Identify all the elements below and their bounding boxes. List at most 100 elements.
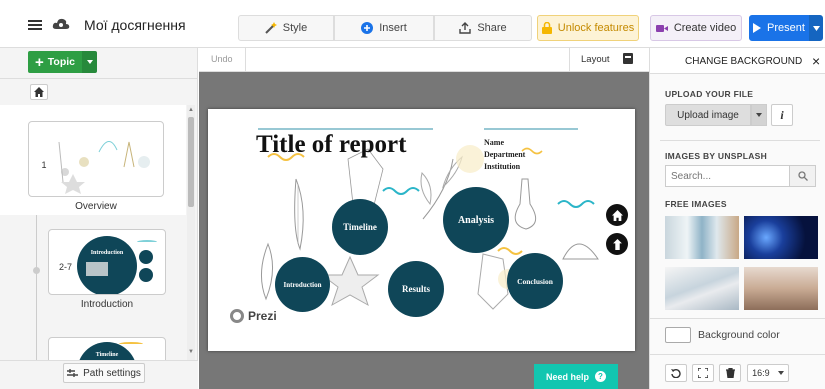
topic-timeline[interactable]: Timeline [332,199,388,255]
upload-heading: UPLOAD YOUR FILE [665,89,754,99]
menu-icon[interactable] [28,20,42,30]
close-icon[interactable]: × [812,53,820,69]
fit-button[interactable] [692,364,714,382]
introduction-item[interactable]: Introduction 2-7 Introduction [0,223,186,335]
home-icon [611,209,623,221]
scroll-down-arrow[interactable]: ▼ [188,349,194,355]
scroll-up-arrow[interactable]: ▲ [188,107,194,113]
present-button[interactable]: Present [749,15,809,41]
rotate-icon [612,238,622,250]
topic-results[interactable]: Results [388,261,444,317]
undo-icon [671,368,681,378]
meta-department: Department [484,150,526,159]
upload-image-button[interactable]: Upload image [665,104,751,126]
timeline-thumbnail[interactable]: Timeline [48,337,166,360]
present-dropdown-button[interactable] [809,15,823,41]
topic-introduction[interactable]: Introduction [275,257,330,312]
reset-button[interactable] [665,364,687,382]
lock-icon [541,22,552,34]
thumbnail-list: 1 Overview Introduction 2-7 Introduction… [0,105,186,360]
unsplash-search-input[interactable] [665,165,789,187]
topic-label: Topic [47,56,75,68]
need-help-button[interactable]: Need help ? [534,364,618,389]
chevron-down-icon [756,113,762,117]
topic-dropdown-button[interactable] [82,51,97,73]
topic-analysis[interactable]: Analysis [443,187,509,253]
sidebar-scrollbar[interactable]: ▲ ▼ [187,105,195,360]
info-button[interactable]: i [771,104,793,126]
topic-timeline-label: Timeline [343,222,377,232]
prezi-logo-text: Prezi [248,309,277,323]
plus-icon: + [35,53,44,71]
top-bar: Мої досягнення Style Insert Share Unlock… [0,0,825,48]
undo-button[interactable]: Undo [211,54,233,64]
topic-results-label: Results [401,284,430,294]
left-sidebar: + Topic 1 Overview Introduction 2-7 Intr… [0,48,198,389]
overview-number: 1 [37,160,51,170]
path-settings-label: Path settings [83,367,141,379]
upload-dropdown-button[interactable] [751,104,767,126]
video-icon [655,24,668,33]
section-divider [650,318,825,319]
share-button[interactable]: Share [434,15,532,41]
introduction-range: 2-7 [57,261,75,273]
overview-thumbnail[interactable]: 1 [28,121,164,197]
slide-canvas[interactable]: Title of report Name Department Institut… [208,109,635,351]
path-settings-button[interactable]: Path settings [63,363,145,383]
topic-conclusion[interactable]: Conclusion [507,253,563,309]
scroll-thumb[interactable] [188,117,194,207]
share-icon [459,22,472,34]
free-image-sand[interactable] [744,267,818,310]
chevron-down-icon [812,25,820,31]
thumb-small-circle [139,250,153,264]
chevron-down-icon [86,60,93,64]
aspect-ratio-value: 16:9 [752,368,770,378]
layout-icon[interactable] [623,53,633,64]
free-image-workspace[interactable] [665,267,739,310]
search-button[interactable] [789,165,816,187]
layout-button[interactable]: Layout [581,54,610,65]
free-images-heading: FREE IMAGES [665,199,727,209]
presentation-title[interactable]: Мої досягнення [84,17,186,33]
prezi-logo: Prezi [230,309,277,323]
topic-introduction-label: Introduction [283,280,322,289]
thumb-intro-text: Introduction [90,250,124,256]
question-icon: ? [595,371,606,382]
play-icon [753,23,762,33]
thumb-wave [119,342,143,346]
style-label: Style [282,22,308,34]
insert-label: Insert [379,22,407,34]
aspect-ratio-select[interactable]: 16:9 [747,364,789,382]
slide-rotate-button[interactable] [606,233,628,255]
topic-button[interactable]: + Topic [28,51,82,73]
path-icon [67,368,79,378]
unlock-label: Unlock features [557,22,635,34]
meta-name: Name [484,138,504,147]
meta-institution: Institution [484,162,521,171]
delete-button[interactable] [719,364,741,382]
toolbar-separator [569,48,570,72]
chevron-down-icon [777,371,784,375]
search-icon [797,171,808,181]
path-dot [33,267,40,274]
create-video-label: Create video [673,22,737,34]
insert-button[interactable]: Insert [334,15,434,41]
overview-item[interactable]: 1 Overview [0,105,186,215]
thumb-timeline-text: Timeline [95,352,119,358]
home-button[interactable] [30,84,48,100]
unlock-features-button[interactable]: Unlock features [537,15,639,41]
create-video-button[interactable]: Create video [650,15,742,41]
toolbar-separator [245,48,246,72]
free-image-bokeh[interactable] [744,216,818,259]
style-button[interactable]: Style [238,15,334,41]
thumb-intro-photo [86,262,108,276]
expand-icon [698,368,708,378]
topic-analysis-label: Analysis [457,214,495,226]
slide-meta[interactable]: Name Department Institution [484,137,525,173]
free-image-office[interactable] [665,216,739,259]
thumb-small-circle [139,268,153,282]
background-color-swatch[interactable] [665,327,691,343]
slide-home-button[interactable] [606,204,628,226]
background-color-label: Background color [698,329,780,341]
slide-title[interactable]: Title of report [256,131,406,159]
